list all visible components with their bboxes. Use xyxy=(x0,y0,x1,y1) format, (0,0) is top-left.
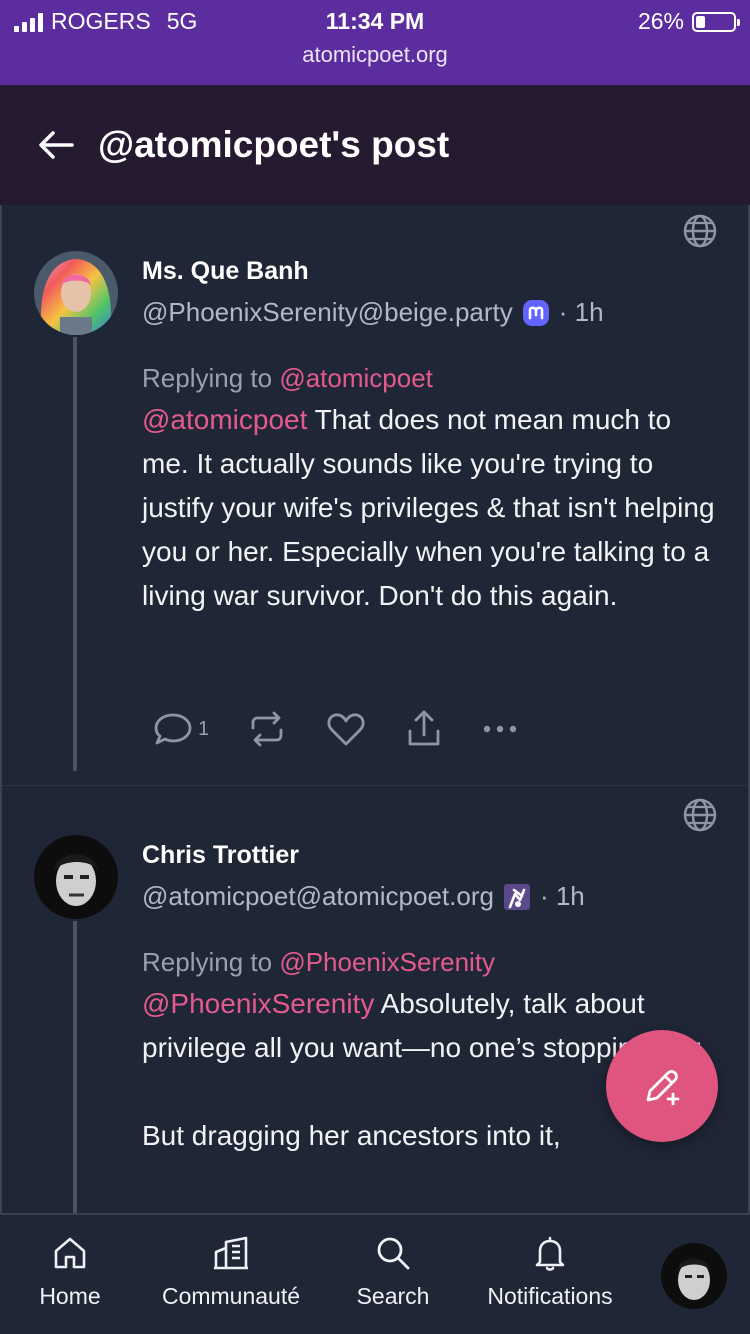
arrow-left-icon xyxy=(39,131,74,159)
repost-button[interactable] xyxy=(247,707,287,751)
tab-label: Notifications xyxy=(487,1283,613,1309)
tab-label: Search xyxy=(356,1283,430,1309)
tab-notifications[interactable]: Notifications xyxy=(474,1233,626,1310)
avatar[interactable] xyxy=(34,835,118,919)
tab-search[interactable]: Search xyxy=(343,1233,443,1310)
akkoma-icon xyxy=(502,882,532,912)
status-bar: ROGERS 5G 11:34 PM atomicpoet.org 26% xyxy=(0,0,750,85)
thread-line xyxy=(73,337,77,771)
mention-link[interactable]: @PhoenixSerenity xyxy=(142,988,374,1019)
replying-label: Replying to xyxy=(142,363,273,393)
globe-icon[interactable] xyxy=(682,797,718,833)
browser-url[interactable]: atomicpoet.org xyxy=(0,42,750,68)
post-divider xyxy=(2,785,748,786)
post-content: @atomicpoet That does not mean much to m… xyxy=(142,398,722,618)
reply-count: 1 xyxy=(198,717,210,740)
post-time[interactable]: · 1h xyxy=(540,881,585,912)
post-text: That does not mean much to me. It actual… xyxy=(142,404,715,611)
favourite-button[interactable] xyxy=(325,707,367,751)
compose-button[interactable] xyxy=(606,1030,718,1142)
handle-row: @atomicpoet@atomicpoet.org · 1h xyxy=(142,881,585,912)
tab-community[interactable]: Communauté xyxy=(150,1233,312,1310)
share-icon xyxy=(408,710,440,746)
globe-icon[interactable] xyxy=(682,213,718,249)
post-time[interactable]: · 1h xyxy=(559,297,604,328)
more-dots-icon xyxy=(483,725,517,733)
home-icon xyxy=(54,1237,86,1269)
user-handle[interactable]: @PhoenixSerenity@beige.party xyxy=(142,297,513,328)
more-button[interactable] xyxy=(481,707,519,751)
battery-status: 26% xyxy=(637,8,740,35)
battery-percent: 26% xyxy=(637,8,684,34)
post-actions: 1 xyxy=(152,707,557,751)
replying-to: Replying to @PhoenixSerenity xyxy=(142,947,495,978)
bell-icon xyxy=(535,1236,565,1271)
mastodon-icon xyxy=(521,298,551,328)
tab-label: Home xyxy=(39,1283,101,1309)
tab-home[interactable]: Home xyxy=(30,1233,110,1310)
profile-avatar-button[interactable] xyxy=(661,1243,727,1309)
back-button[interactable] xyxy=(36,125,76,165)
avatar xyxy=(661,1243,727,1309)
replying-mention[interactable]: @atomicpoet xyxy=(279,363,433,393)
reply-icon xyxy=(154,713,192,745)
status-post[interactable]: Chris Trottier @atomicpoet@atomicpoet.or… xyxy=(2,789,748,1213)
repost-icon xyxy=(251,711,283,747)
mention-link[interactable]: @atomicpoet xyxy=(142,404,307,435)
compose-pencil-icon xyxy=(646,1070,680,1106)
thread-line xyxy=(73,921,77,1213)
avatar[interactable] xyxy=(34,251,118,335)
share-button[interactable] xyxy=(405,707,443,751)
replying-to: Replying to @atomicpoet xyxy=(142,363,433,394)
tab-label: Communauté xyxy=(161,1283,301,1309)
display-name[interactable]: Ms. Que Banh xyxy=(142,257,309,286)
replying-mention[interactable]: @PhoenixSerenity xyxy=(279,947,495,977)
search-icon xyxy=(377,1237,410,1270)
battery-icon xyxy=(692,11,740,32)
handle-row: @PhoenixSerenity@beige.party · 1h xyxy=(142,297,604,328)
status-post[interactable]: Ms. Que Banh @PhoenixSerenity@beige.part… xyxy=(2,205,748,785)
bottom-tab-bar: Home Communauté Search Notifications xyxy=(0,1213,750,1334)
display-name[interactable]: Chris Trottier xyxy=(142,841,299,870)
page-header: @atomicpoet's post xyxy=(0,85,750,205)
reply-button[interactable]: 1 xyxy=(152,707,209,751)
replying-label: Replying to xyxy=(142,947,273,977)
community-building-icon xyxy=(214,1236,248,1270)
user-handle[interactable]: @atomicpoet@atomicpoet.org xyxy=(142,881,494,912)
heart-icon xyxy=(327,713,365,746)
page-title: @atomicpoet's post xyxy=(98,124,450,165)
